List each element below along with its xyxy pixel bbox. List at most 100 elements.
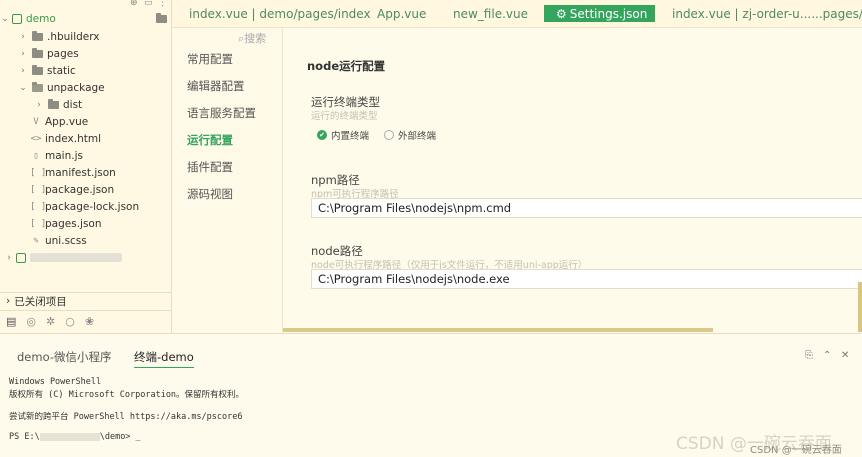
tab-label: index.vue | zj-order-u......pages/hc bbox=[672, 6, 862, 21]
close-icon[interactable]: ✕ bbox=[841, 350, 849, 361]
terminal-type-desc: 运行的终端类型 bbox=[311, 111, 378, 122]
tree-item[interactable]: ✎ uni.scss bbox=[18, 232, 87, 249]
watermark-small: CSDN @一碗云吞面 bbox=[750, 445, 842, 456]
tree-item-label: manifest.json bbox=[45, 166, 116, 179]
chevron-right-icon: › bbox=[6, 295, 11, 307]
tree-item-label: dist bbox=[63, 98, 83, 111]
tree-item[interactable]: [ ] manifest.json bbox=[18, 164, 116, 181]
check-icon: ✔ bbox=[317, 130, 327, 140]
radio-circle-icon bbox=[384, 130, 394, 140]
tab-label: index.vue | demo/pages/index bbox=[189, 6, 371, 21]
nav-run-config[interactable]: 运行配置 bbox=[187, 132, 233, 148]
blurred-project-name bbox=[30, 253, 122, 262]
tree-item[interactable]: [ ] pages.json bbox=[18, 215, 102, 232]
tree-item-label: App.vue bbox=[45, 115, 89, 128]
blurred-path bbox=[39, 432, 100, 441]
tree-item[interactable]: <> index.html bbox=[18, 130, 101, 147]
json-file-icon: [ ] bbox=[30, 201, 47, 212]
search-icon[interactable]: ○ bbox=[65, 315, 75, 328]
tree-item[interactable]: V App.vue bbox=[18, 113, 88, 130]
radio-external-terminal[interactable]: 外部终端 bbox=[384, 128, 436, 142]
chevron-right-icon: › bbox=[21, 65, 25, 76]
settings-search[interactable]: ⌕搜索 bbox=[238, 30, 266, 46]
npm-path-input[interactable]: C:\Program Files\nodejs\npm.cmd bbox=[311, 198, 862, 218]
tree-item[interactable]: [ ] package.json bbox=[18, 181, 114, 198]
tree-project-hidden[interactable]: › bbox=[4, 249, 122, 266]
folder-icon bbox=[32, 47, 43, 58]
file-explorer: ⊕ ▭ ⋮ ⌄ demo › .hbuilderx › pages › static ⌄ un… bbox=[0, 0, 172, 333]
tab-index-vue[interactable]: index.vue | demo/pages/index bbox=[189, 5, 371, 22]
chevron-right-icon: › bbox=[21, 48, 25, 59]
terminal-prompt[interactable]: PS E:\ \demo> _ bbox=[9, 432, 141, 442]
panel-title: node运行配置 bbox=[307, 59, 386, 73]
folder-icon bbox=[32, 81, 43, 92]
terminal-panel: demo-微信小程序 终端-demo ⎘ ⌃ ✕ Windows PowerSh… bbox=[0, 333, 862, 457]
tree-item-label: pages bbox=[47, 47, 79, 60]
editor-tab-bar: index.vue | demo/pages/index App.vue new… bbox=[172, 0, 862, 28]
closed-projects-label: 已关闭项目 bbox=[14, 295, 67, 308]
tab-label: App.vue bbox=[377, 6, 427, 21]
explorer-icon[interactable]: ▤ bbox=[6, 315, 16, 328]
tree-item-label: unpackage bbox=[47, 81, 105, 94]
tab-new-file[interactable]: new_file.vue bbox=[453, 5, 528, 22]
maximize-icon[interactable]: ⌃ bbox=[823, 350, 831, 361]
prompt-start: PS E:\ bbox=[9, 432, 40, 442]
js-file-icon: ▯ bbox=[33, 150, 39, 161]
chevron-right-icon: › bbox=[37, 99, 41, 110]
chevron-right-icon: › bbox=[7, 252, 11, 263]
add-icon[interactable]: ⊕ bbox=[130, 0, 138, 8]
chevron-down-icon: ⌄ bbox=[1, 13, 9, 24]
tree-item[interactable]: › dist bbox=[34, 96, 82, 113]
more-icon[interactable]: ⋮ bbox=[158, 0, 167, 8]
nav-language-service[interactable]: 语言服务配置 bbox=[187, 105, 256, 121]
tab-label: Settings.json bbox=[569, 6, 648, 21]
radio-label: 外部终端 bbox=[398, 131, 437, 142]
tree-project-demo[interactable]: ⌄ demo bbox=[0, 10, 172, 27]
folder-icon bbox=[156, 13, 167, 23]
explorer-toolbar: ⊕ ▭ ⋮ bbox=[0, 0, 171, 10]
tab-wechat-miniprogram[interactable]: demo-微信小程序 bbox=[17, 349, 111, 365]
collapse-icon[interactable]: ▭ bbox=[144, 0, 153, 8]
tree-item[interactable]: [ ] package-lock.json bbox=[18, 198, 139, 215]
vertical-scrollbar[interactable] bbox=[858, 282, 862, 332]
debug-icon[interactable]: ✲ bbox=[46, 315, 55, 328]
tab-settings-json[interactable]: ⚙ Settings.json bbox=[544, 5, 655, 22]
tab-index-vue-2[interactable]: index.vue | zj-order-u......pages/hc bbox=[672, 5, 862, 22]
plugin-icon[interactable]: ❀ bbox=[85, 315, 94, 328]
tab-label: new_file.vue bbox=[453, 6, 528, 21]
json-file-icon: [ ] bbox=[30, 184, 47, 195]
project-label: demo bbox=[26, 12, 56, 25]
tree-item[interactable]: › pages bbox=[18, 45, 79, 62]
chevron-right-icon: › bbox=[21, 31, 25, 42]
horizontal-scrollbar[interactable] bbox=[283, 328, 713, 332]
tree-item[interactable]: ⌄ unpackage bbox=[18, 79, 105, 96]
project-icon bbox=[16, 252, 26, 263]
folder-icon bbox=[32, 30, 43, 41]
nav-plugins[interactable]: 插件配置 bbox=[187, 159, 233, 175]
tree-item-label: package.json bbox=[45, 183, 115, 196]
html-file-icon: <> bbox=[30, 133, 42, 144]
tree-item[interactable]: › .hbuilderx bbox=[18, 28, 100, 45]
view-icon[interactable]: ◎ bbox=[26, 315, 36, 328]
tree-item[interactable]: › static bbox=[18, 62, 76, 79]
tab-terminal-demo[interactable]: 终端-demo bbox=[134, 349, 194, 368]
nav-editor[interactable]: 编辑器配置 bbox=[187, 78, 245, 94]
folder-icon bbox=[48, 98, 59, 109]
closed-projects[interactable]: › 已关闭项目 bbox=[0, 292, 172, 309]
node-path-input[interactable]: C:\Program Files\nodejs\node.exe bbox=[311, 269, 862, 289]
nav-common[interactable]: 常用配置 bbox=[187, 51, 233, 67]
terminal-line: 尝试新的跨平台 PowerShell https://aka.ms/pscore… bbox=[9, 412, 243, 422]
tree-item-label: package-lock.json bbox=[45, 200, 140, 213]
tree-item-label: index.html bbox=[45, 132, 101, 145]
radio-builtin-terminal[interactable]: ✔ 内置终端 bbox=[317, 128, 369, 142]
tab-app-vue[interactable]: App.vue bbox=[377, 5, 426, 22]
terminal-line: Windows PowerShell bbox=[9, 377, 102, 387]
chevron-down-icon: ⌄ bbox=[19, 82, 27, 93]
nav-source-view[interactable]: 源码视图 bbox=[187, 186, 233, 202]
clear-icon[interactable]: ⎘ bbox=[805, 350, 813, 361]
settings-panel: node运行配置 运行终端类型 运行的终端类型 ✔ 内置终端 外部终端 npm路… bbox=[282, 28, 862, 333]
tree-item-label: main.js bbox=[45, 149, 83, 162]
gear-icon: ⚙ bbox=[556, 6, 567, 21]
tree-item-label: uni.scss bbox=[45, 234, 87, 247]
tree-item[interactable]: ▯ main.js bbox=[18, 147, 83, 164]
